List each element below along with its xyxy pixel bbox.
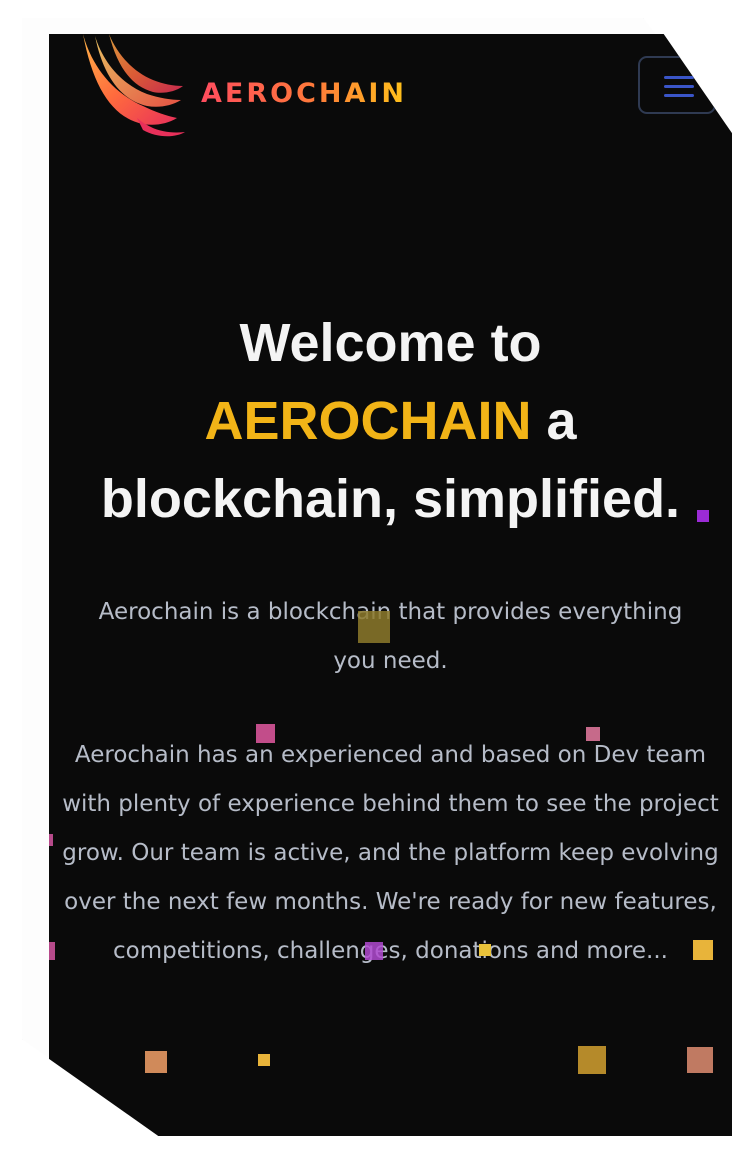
particle-decoration [578, 1046, 606, 1074]
particle-decoration [49, 834, 53, 846]
hero-line-3: blockchain, simplified. [100, 469, 681, 529]
hero-accent-word: AEROCHAIN [204, 391, 532, 451]
particle-decoration [145, 1051, 167, 1073]
lead-paragraph: Aerochain is a blockchain that provides … [98, 599, 683, 674]
hamburger-menu-icon [664, 94, 694, 97]
brand-name[interactable]: AEROCHAIN [201, 78, 407, 109]
hamburger-menu-icon [664, 85, 694, 88]
wing-logo-graphic [83, 34, 185, 137]
hero-title: Welcome to AEROCHAIN a blockchain, simpl… [49, 304, 732, 538]
hero-line-2-rest: a [531, 391, 577, 451]
particle-decoration [586, 727, 600, 741]
particle-decoration [697, 510, 709, 522]
particle-decoration [256, 724, 275, 743]
hamburger-menu-icon [664, 76, 694, 79]
particle-decoration [49, 942, 55, 960]
particle-decoration [365, 942, 383, 960]
particle-decoration [687, 1047, 713, 1073]
particle-decoration [479, 944, 491, 956]
wing-logo-icon[interactable] [81, 34, 191, 138]
body-paragraph: Aerochain has an experienced and based o… [62, 742, 719, 964]
particle-decoration [358, 611, 390, 643]
page-viewport: AEROCHAIN Welcome to AEROCHAIN a blockch… [49, 34, 732, 1136]
particle-decoration [258, 1054, 270, 1066]
hero-line-1: Welcome to [239, 313, 542, 373]
menu-button[interactable] [638, 56, 716, 114]
particle-decoration [693, 940, 713, 960]
